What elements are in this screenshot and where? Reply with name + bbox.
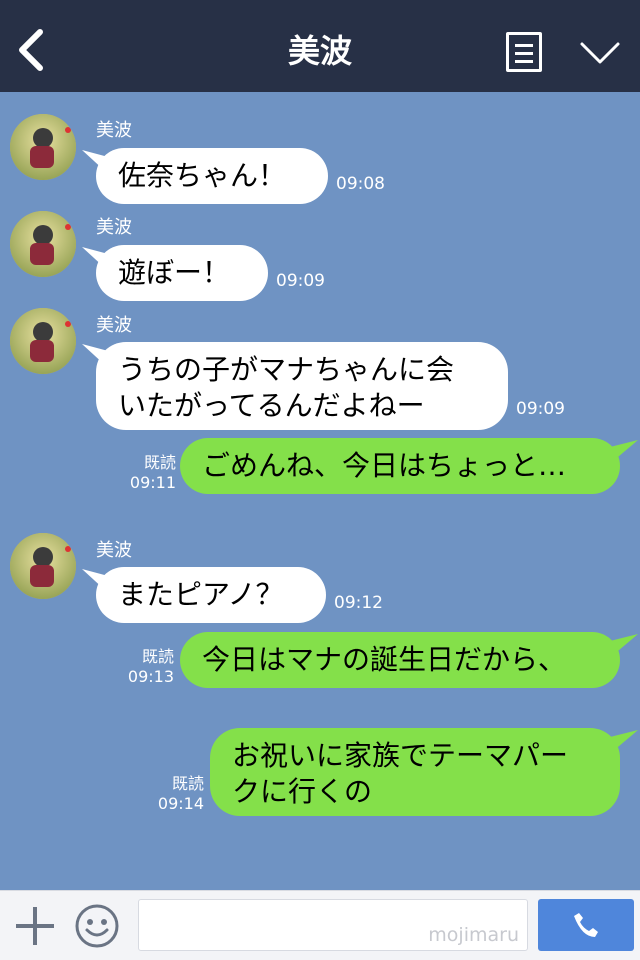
watermark: mojimaru [428, 924, 519, 946]
message-bubble[interactable]: 遊ぼー！ [96, 245, 268, 301]
read-label: 既読 [171, 774, 204, 793]
message-text-line: うちの子がマナちゃんに会 [118, 353, 455, 386]
message-time: 09:13 [127, 667, 174, 686]
message-bubble[interactable]: お祝いに家族でテーマパー クに行くの [210, 728, 620, 816]
avatar[interactable] [10, 308, 76, 374]
read-receipt: 既読 09:11 [112, 453, 176, 493]
message-time: 09:09 [516, 399, 565, 419]
sender-name: 美波 [96, 217, 132, 238]
message-input[interactable]: mojimaru [138, 899, 528, 951]
message-time: 09:11 [129, 473, 176, 492]
sender-name: 美波 [96, 540, 132, 561]
sender-name: 美波 [96, 120, 132, 141]
chat-header: 美波 [0, 0, 640, 92]
message-text-line: クに行くの [232, 775, 373, 808]
message-text-line: お祝いに家族でテーマパー [232, 739, 569, 772]
chevron-down-icon[interactable] [578, 38, 622, 66]
call-button[interactable] [538, 899, 634, 951]
chat-input-bar: mojimaru [0, 890, 640, 960]
message-time: 09:08 [336, 174, 385, 194]
message-text: 今日はマナの誕生日だから、 [202, 643, 567, 676]
message-bubble[interactable]: またピアノ？ [96, 567, 326, 623]
bubble-tail [606, 634, 638, 656]
bubble-tail [606, 730, 638, 752]
read-label: 既読 [141, 647, 174, 666]
message-time: 09:14 [157, 794, 204, 813]
message-text: ごめんね、今日はちょっと… [202, 449, 567, 482]
read-label: 既読 [143, 453, 176, 472]
chat-title: 美波 [287, 32, 352, 70]
avatar[interactable] [10, 114, 76, 180]
sender-name: 美波 [96, 315, 132, 336]
message-time: 09:12 [334, 593, 383, 613]
message-bubble[interactable]: うちの子がマナちゃんに会 いたがってるんだよねー [96, 342, 508, 430]
avatar[interactable] [10, 211, 76, 277]
list-icon[interactable] [506, 32, 542, 72]
read-receipt: 既読 09:14 [140, 774, 204, 814]
message-text: 佐奈ちゃん！ [118, 159, 287, 192]
smiley-icon[interactable] [74, 903, 120, 949]
message-text: またピアノ？ [118, 578, 284, 611]
phone-icon [574, 913, 598, 937]
message-bubble[interactable]: ごめんね、今日はちょっと… [180, 438, 620, 494]
read-receipt: 既読 09:13 [110, 647, 174, 687]
message-bubble[interactable]: 今日はマナの誕生日だから、 [180, 632, 620, 688]
message-time: 09:09 [276, 271, 325, 291]
avatar[interactable] [10, 533, 76, 599]
message-bubble[interactable]: 佐奈ちゃん！ [96, 148, 328, 204]
message-text: 遊ぼー！ [118, 256, 231, 289]
message-text-line: いたがってるんだよねー [118, 389, 425, 422]
plus-icon[interactable] [14, 905, 56, 947]
bubble-tail [606, 440, 638, 462]
